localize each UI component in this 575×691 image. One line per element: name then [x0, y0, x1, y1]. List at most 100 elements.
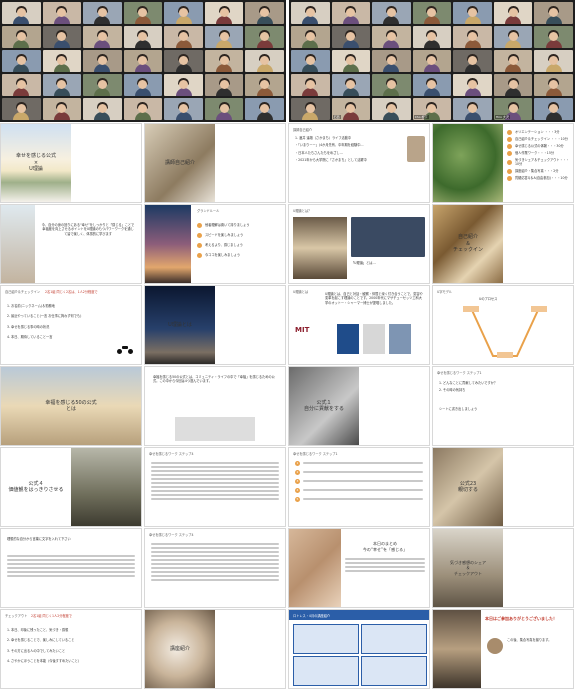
participant-video-tile[interactable]	[493, 74, 533, 96]
slide-checkin-steps[interactable]: 自己紹介＆チェックイン 2名1組 同じく2名は、1人2分程度で 1. お名前(ニ…	[0, 285, 142, 365]
participant-video-tile[interactable]	[42, 74, 82, 96]
participant-video-tile[interactable]	[412, 26, 452, 48]
participant-video-tile[interactable]	[453, 26, 492, 48]
participant-video-tile[interactable]	[412, 2, 452, 24]
slide-ground-rules[interactable]: グランドルール 他者理解は置いて持りましょう スピードを楽しみましょう 考えるよ…	[144, 204, 286, 284]
participant-video-tile[interactable]	[42, 98, 82, 120]
participant-video-tile[interactable]	[204, 2, 244, 24]
participant-video-tile[interactable]	[493, 26, 533, 48]
participant-video-tile[interactable]	[372, 26, 411, 48]
participant-video-tile[interactable]	[2, 2, 41, 24]
participant-video-tile[interactable]	[164, 50, 203, 72]
slide-formula-1[interactable]: 公式１ 自分に貢献をする	[288, 366, 430, 446]
participant-video-tile[interactable]	[164, 2, 203, 24]
participant-video-tile[interactable]	[534, 74, 573, 96]
participant-video-tile[interactable]	[493, 2, 533, 24]
participant-video-tile[interactable]	[291, 74, 330, 96]
slide-instructor-detail[interactable]: 講師自己紹介 1. 酒井 達雄（さかまち）ライフ活動中 ・「いまりーー」(4か月…	[288, 123, 430, 203]
slide-instructor-intro[interactable]: 講師自己紹介	[144, 123, 286, 203]
participant-video-tile[interactable]	[164, 74, 203, 96]
participant-video-tile[interactable]	[2, 26, 41, 48]
participant-video-tile[interactable]	[204, 50, 244, 72]
participant-video-tile[interactable]	[291, 50, 330, 72]
course-card[interactable]	[293, 624, 359, 654]
slide-title[interactable]: 幸せを感じる公式 × U理論	[0, 123, 142, 203]
slide-u-theory-video[interactable]: U理論とは？ 「U理論」とは…	[288, 204, 430, 284]
slide-today-flow[interactable]: 本日の流れ 今、自分の身の回りにある“幸せ”をしっかりと「感じる」ことで幸福度を…	[0, 204, 142, 284]
participant-video-tile[interactable]	[291, 2, 330, 24]
participant-video-tile[interactable]	[83, 26, 122, 48]
participant-video-tile[interactable]	[291, 26, 330, 48]
participant-video-tile[interactable]	[331, 2, 371, 24]
participant-video-tile[interactable]	[42, 50, 82, 72]
slide-u-theory-explain[interactable]: U理論とは U理論とは、自己と対話・観察・仲間と深く付き合うことで、変容や変革を…	[288, 285, 430, 365]
participant-video-tile[interactable]	[331, 50, 371, 72]
participant-video-tile[interactable]	[123, 74, 163, 96]
participant-video-tile[interactable]: Cho 松下	[412, 98, 452, 120]
participant-video-tile[interactable]	[291, 98, 330, 120]
slide-checkout-title[interactable]: 気づき感想のシェア ＆ チェックアウト	[432, 528, 574, 608]
slide-work-step-1[interactable]: 幸せを感じるワーク ステップ1 1. どんなことに貢献してみたいですか？ 2. …	[432, 366, 574, 446]
participant-video-tile[interactable]	[42, 26, 82, 48]
participant-video-tile[interactable]	[83, 50, 122, 72]
participant-video-tile[interactable]	[164, 26, 203, 48]
slide-course-intro[interactable]: 講座紹介	[144, 609, 286, 689]
participant-video-tile[interactable]	[453, 74, 492, 96]
participant-video-tile[interactable]	[123, 98, 163, 120]
participant-video-tile[interactable]	[83, 98, 122, 120]
participant-video-tile[interactable]	[42, 2, 82, 24]
participant-video-tile[interactable]: 石西	[331, 98, 371, 120]
slide-work-step-4b[interactable]: 幸せを感じるワーク ステップ4	[144, 528, 286, 608]
participant-video-tile[interactable]	[123, 26, 163, 48]
slide-agenda[interactable]: オリエンテーション ・・・3分 自己紹介＆チェックイン ・・・10分 幸せ感じる…	[432, 123, 574, 203]
slide-u-model[interactable]: U字モデル Uのプロセス	[432, 285, 574, 365]
participant-video-tile[interactable]: Hiro 大沢	[493, 98, 533, 120]
slide-work-step-4[interactable]: 幸せを感じるワーク ステップ4	[144, 447, 286, 527]
slide-keyword-note[interactable]: 理想的な自分から言葉に文字を入れて下さい	[0, 528, 142, 608]
slide-self-intro-checkin[interactable]: 自己紹介 ＆ チェックイン	[432, 204, 574, 284]
course-card[interactable]	[361, 624, 427, 654]
slide-formula-23[interactable]: 公式23 親切する	[432, 447, 574, 527]
participant-video-tile[interactable]	[204, 74, 244, 96]
participant-video-tile[interactable]	[245, 50, 284, 72]
participant-video-tile[interactable]	[83, 74, 122, 96]
video-thumbnail[interactable]	[351, 217, 425, 257]
participant-video-tile[interactable]	[245, 2, 284, 24]
slide-formula-4[interactable]: 公式４ 価値観をはっきりさせる	[0, 447, 142, 527]
participant-video-tile[interactable]	[2, 98, 41, 120]
participant-video-tile[interactable]	[534, 50, 573, 72]
participant-video-tile[interactable]	[204, 26, 244, 48]
participant-video-tile[interactable]	[204, 98, 244, 120]
participant-video-tile[interactable]	[83, 2, 122, 24]
slide-50-formulas-detail[interactable]: 幸福を感じる50の公式とは、コミュニティ・ライフの中で「幸福」を感じるための公式…	[144, 366, 286, 446]
course-card[interactable]	[361, 656, 427, 686]
participant-video-tile[interactable]	[123, 2, 163, 24]
participant-video-tile[interactable]	[534, 2, 573, 24]
participant-video-tile[interactable]	[372, 2, 411, 24]
participant-video-tile[interactable]	[372, 74, 411, 96]
participant-video-tile[interactable]	[412, 50, 452, 72]
participant-video-tile[interactable]	[534, 98, 573, 120]
participant-video-tile[interactable]	[534, 26, 573, 48]
participant-video-tile[interactable]	[164, 98, 203, 120]
participant-video-tile[interactable]	[372, 98, 411, 120]
slide-thanks[interactable]: 本日はご参加ありがとうございました！ この後、集合写真を撮ります。	[432, 609, 574, 689]
participant-video-tile[interactable]	[453, 2, 492, 24]
participant-video-tile[interactable]	[331, 74, 371, 96]
participant-video-tile[interactable]	[493, 50, 533, 72]
participant-video-tile[interactable]	[412, 74, 452, 96]
slide-50-formulas[interactable]: 幸福を感じる50の公式 とは	[0, 366, 142, 446]
participant-video-tile[interactable]	[2, 74, 41, 96]
slide-checkout-steps[interactable]: チェックアウト 2名1組 同じく1人2分程度で 1. 本日、印象に残ったこと、気…	[0, 609, 142, 689]
participant-video-tile[interactable]	[245, 26, 284, 48]
slide-u-theory-title[interactable]: U理論とは	[144, 285, 286, 365]
participant-video-tile[interactable]	[2, 50, 41, 72]
slide-work-step-1b[interactable]: 幸せを感じるワーク ステップ1 1 2 3 4 5	[288, 447, 430, 527]
participant-video-tile[interactable]	[123, 50, 163, 72]
slide-course-list[interactable]: ロトレス・4月の講座紹介	[288, 609, 430, 689]
participant-video-tile[interactable]	[245, 74, 284, 96]
participant-video-tile[interactable]	[372, 50, 411, 72]
participant-video-tile[interactable]	[245, 98, 284, 120]
participant-video-tile[interactable]	[453, 50, 492, 72]
course-card[interactable]	[293, 656, 359, 686]
